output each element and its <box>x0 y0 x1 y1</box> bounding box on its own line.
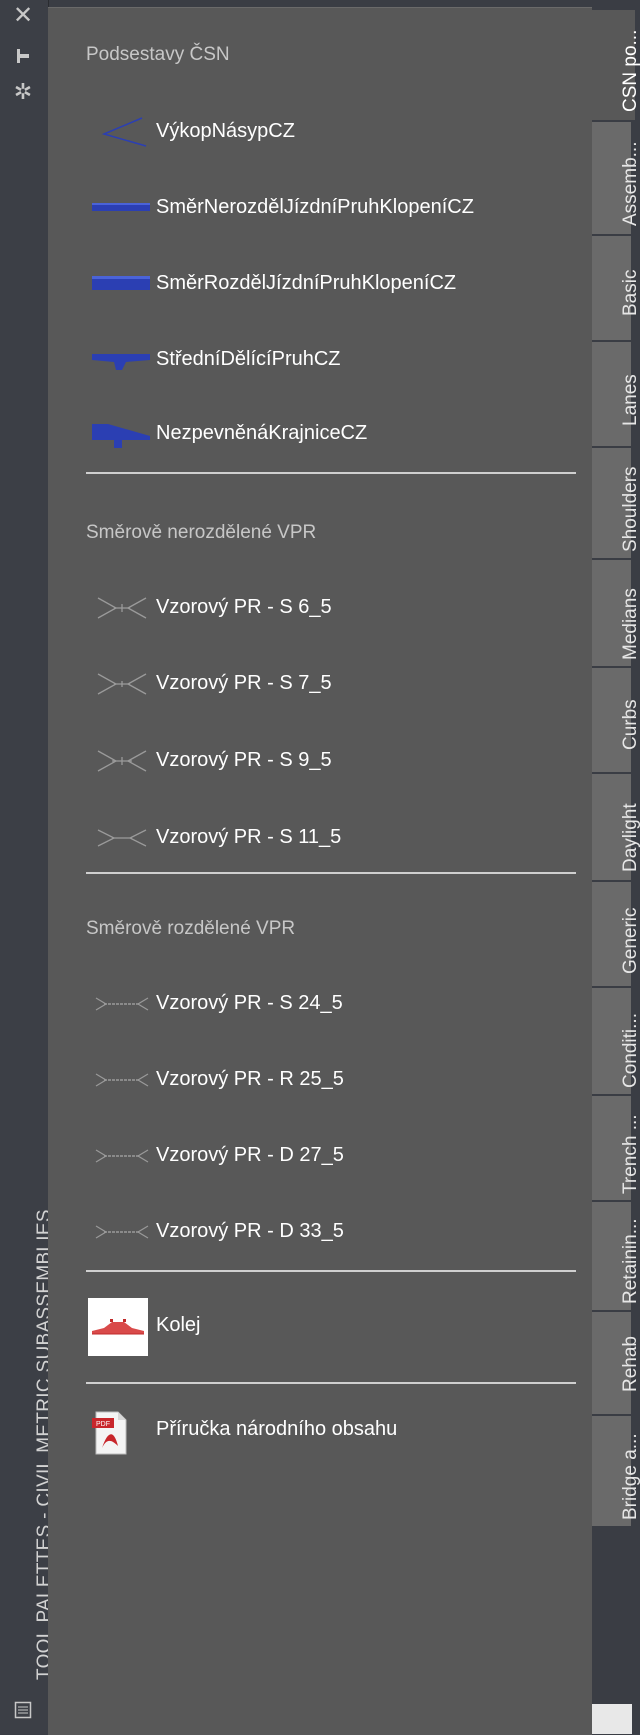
close-icon[interactable]: ✕ <box>13 4 33 28</box>
separator <box>86 1382 576 1384</box>
tool-label: SměrRozdělJízdníPruhKlopeníCZ <box>156 272 457 294</box>
tab-csn[interactable]: CSN po... <box>592 9 640 121</box>
tool-label: Vzorový PR - S 11_5 <box>156 826 342 848</box>
tool-label: Příručka národního obsahu <box>156 1418 398 1440</box>
tool-label: Vzorový PR - S 6_5 <box>156 596 332 618</box>
tool-item[interactable]: Vzorový PR - S 24_5 <box>88 984 568 1024</box>
tool-item[interactable]: StředníDělícíPruhCZ <box>88 340 568 380</box>
section-header: Směrově nerozdělené VPR <box>86 522 317 543</box>
tool-label: Vzorový PR - D 27_5 <box>156 1144 344 1166</box>
assembly-icon <box>88 664 150 704</box>
tool-item[interactable]: Vzorový PR - R 25_5 <box>88 1060 568 1100</box>
tool-item[interactable]: Vzorový PR - S 9_5 <box>88 741 568 781</box>
tab-conditional[interactable]: Conditi... <box>592 987 640 1095</box>
tool-label: Vzorový PR - D 33_5 <box>156 1220 344 1242</box>
assembly-icon <box>88 1060 150 1100</box>
lane-undivided-icon <box>88 188 150 228</box>
tool-label: Vzorový PR - S 9_5 <box>156 749 332 771</box>
tool-item[interactable]: Vzorový PR - S 11_5 <box>88 818 568 858</box>
assembly-icon <box>88 741 150 781</box>
tool-item[interactable]: Vzorový PR - S 6_5 <box>88 588 568 628</box>
tool-item[interactable]: Vzorový PR - D 33_5 <box>88 1212 568 1252</box>
tab-lanes[interactable]: Lanes <box>592 341 640 447</box>
section-header: Směrově rozdělené VPR <box>86 918 296 939</box>
tool-item[interactable]: VýkopNásypCZ <box>88 112 568 152</box>
tab-bridge[interactable]: Bridge a... <box>592 1415 640 1527</box>
tool-item[interactable]: SměrNerozdělJízdníPruhKlopeníCZ <box>88 188 568 228</box>
tab-shoulders[interactable]: Shoulders <box>592 447 640 559</box>
tab-retaining[interactable]: Retainin... <box>592 1201 640 1311</box>
separator <box>86 472 576 474</box>
tool-label: Kolej <box>156 1314 201 1336</box>
lane-divided-icon <box>88 264 150 304</box>
pin-icon[interactable] <box>13 46 33 66</box>
tool-item[interactable]: Vzorový PR - D 27_5 <box>88 1136 568 1176</box>
tool-label: Vzorový PR - S 24_5 <box>156 992 343 1014</box>
assembly-icon <box>88 1136 150 1176</box>
tool-label: Vzorový PR - R 25_5 <box>156 1068 344 1090</box>
svg-text:PDF: PDF <box>96 1421 110 1428</box>
tool-label: NezpevněnáKrajniceCZ <box>156 422 368 444</box>
palette-titlebar: ✕ ✲ TOOL PALETTES - CIVIL METRIC SUBASSE… <box>0 0 55 1734</box>
tab-rehab[interactable]: Rehab <box>592 1311 640 1415</box>
tool-item[interactable]: Kolej <box>88 1298 568 1356</box>
tool-label: SměrNerozdělJízdníPruhKlopeníCZ <box>156 196 474 218</box>
assembly-icon <box>88 1212 150 1252</box>
section-header: Podsestavy ČSN <box>86 44 230 65</box>
rail-icon <box>88 1298 148 1356</box>
assembly-icon <box>88 588 150 628</box>
tab-assemblies[interactable]: Assemb... <box>592 121 640 235</box>
palette-tabs: CSN po... Assemb... Basic Lanes Shoulder… <box>592 7 640 1734</box>
tool-label: Vzorový PR - S 7_5 <box>156 672 332 694</box>
tab-trench[interactable]: Trench ... <box>592 1095 640 1201</box>
tab-curbs[interactable]: Curbs <box>592 667 640 773</box>
gear-icon[interactable]: ✲ <box>13 81 33 103</box>
tool-label: VýkopNásypCZ <box>156 120 295 142</box>
pdf-icon: PDF <box>88 1408 148 1458</box>
tool-item[interactable]: NezpevněnáKrajniceCZ <box>88 414 568 454</box>
tool-item[interactable]: PDF Příručka národního obsahu <box>88 1408 568 1458</box>
separator <box>86 1270 576 1272</box>
tool-label: StředníDělícíPruhCZ <box>156 348 341 370</box>
tab-basic[interactable]: Basic <box>592 235 640 341</box>
shoulder-icon <box>88 414 150 454</box>
separator <box>86 872 576 874</box>
cut-fill-icon <box>88 112 150 152</box>
tab-daylight[interactable]: Daylight <box>592 773 640 881</box>
palette-content[interactable]: Podsestavy ČSN VýkopNásypCZ SměrNerozděl… <box>48 7 592 1735</box>
tab-medians[interactable]: Medians <box>592 559 640 667</box>
median-icon <box>88 340 150 380</box>
tab-generic[interactable]: Generic <box>592 881 640 987</box>
assembly-icon <box>88 984 150 1024</box>
assembly-icon <box>88 818 150 858</box>
tool-item[interactable]: SměrRozdělJízdníPruhKlopeníCZ <box>88 264 568 304</box>
tab-scroll-area <box>592 1704 632 1734</box>
properties-icon[interactable] <box>13 1700 33 1720</box>
tool-item[interactable]: Vzorový PR - S 7_5 <box>88 664 568 704</box>
